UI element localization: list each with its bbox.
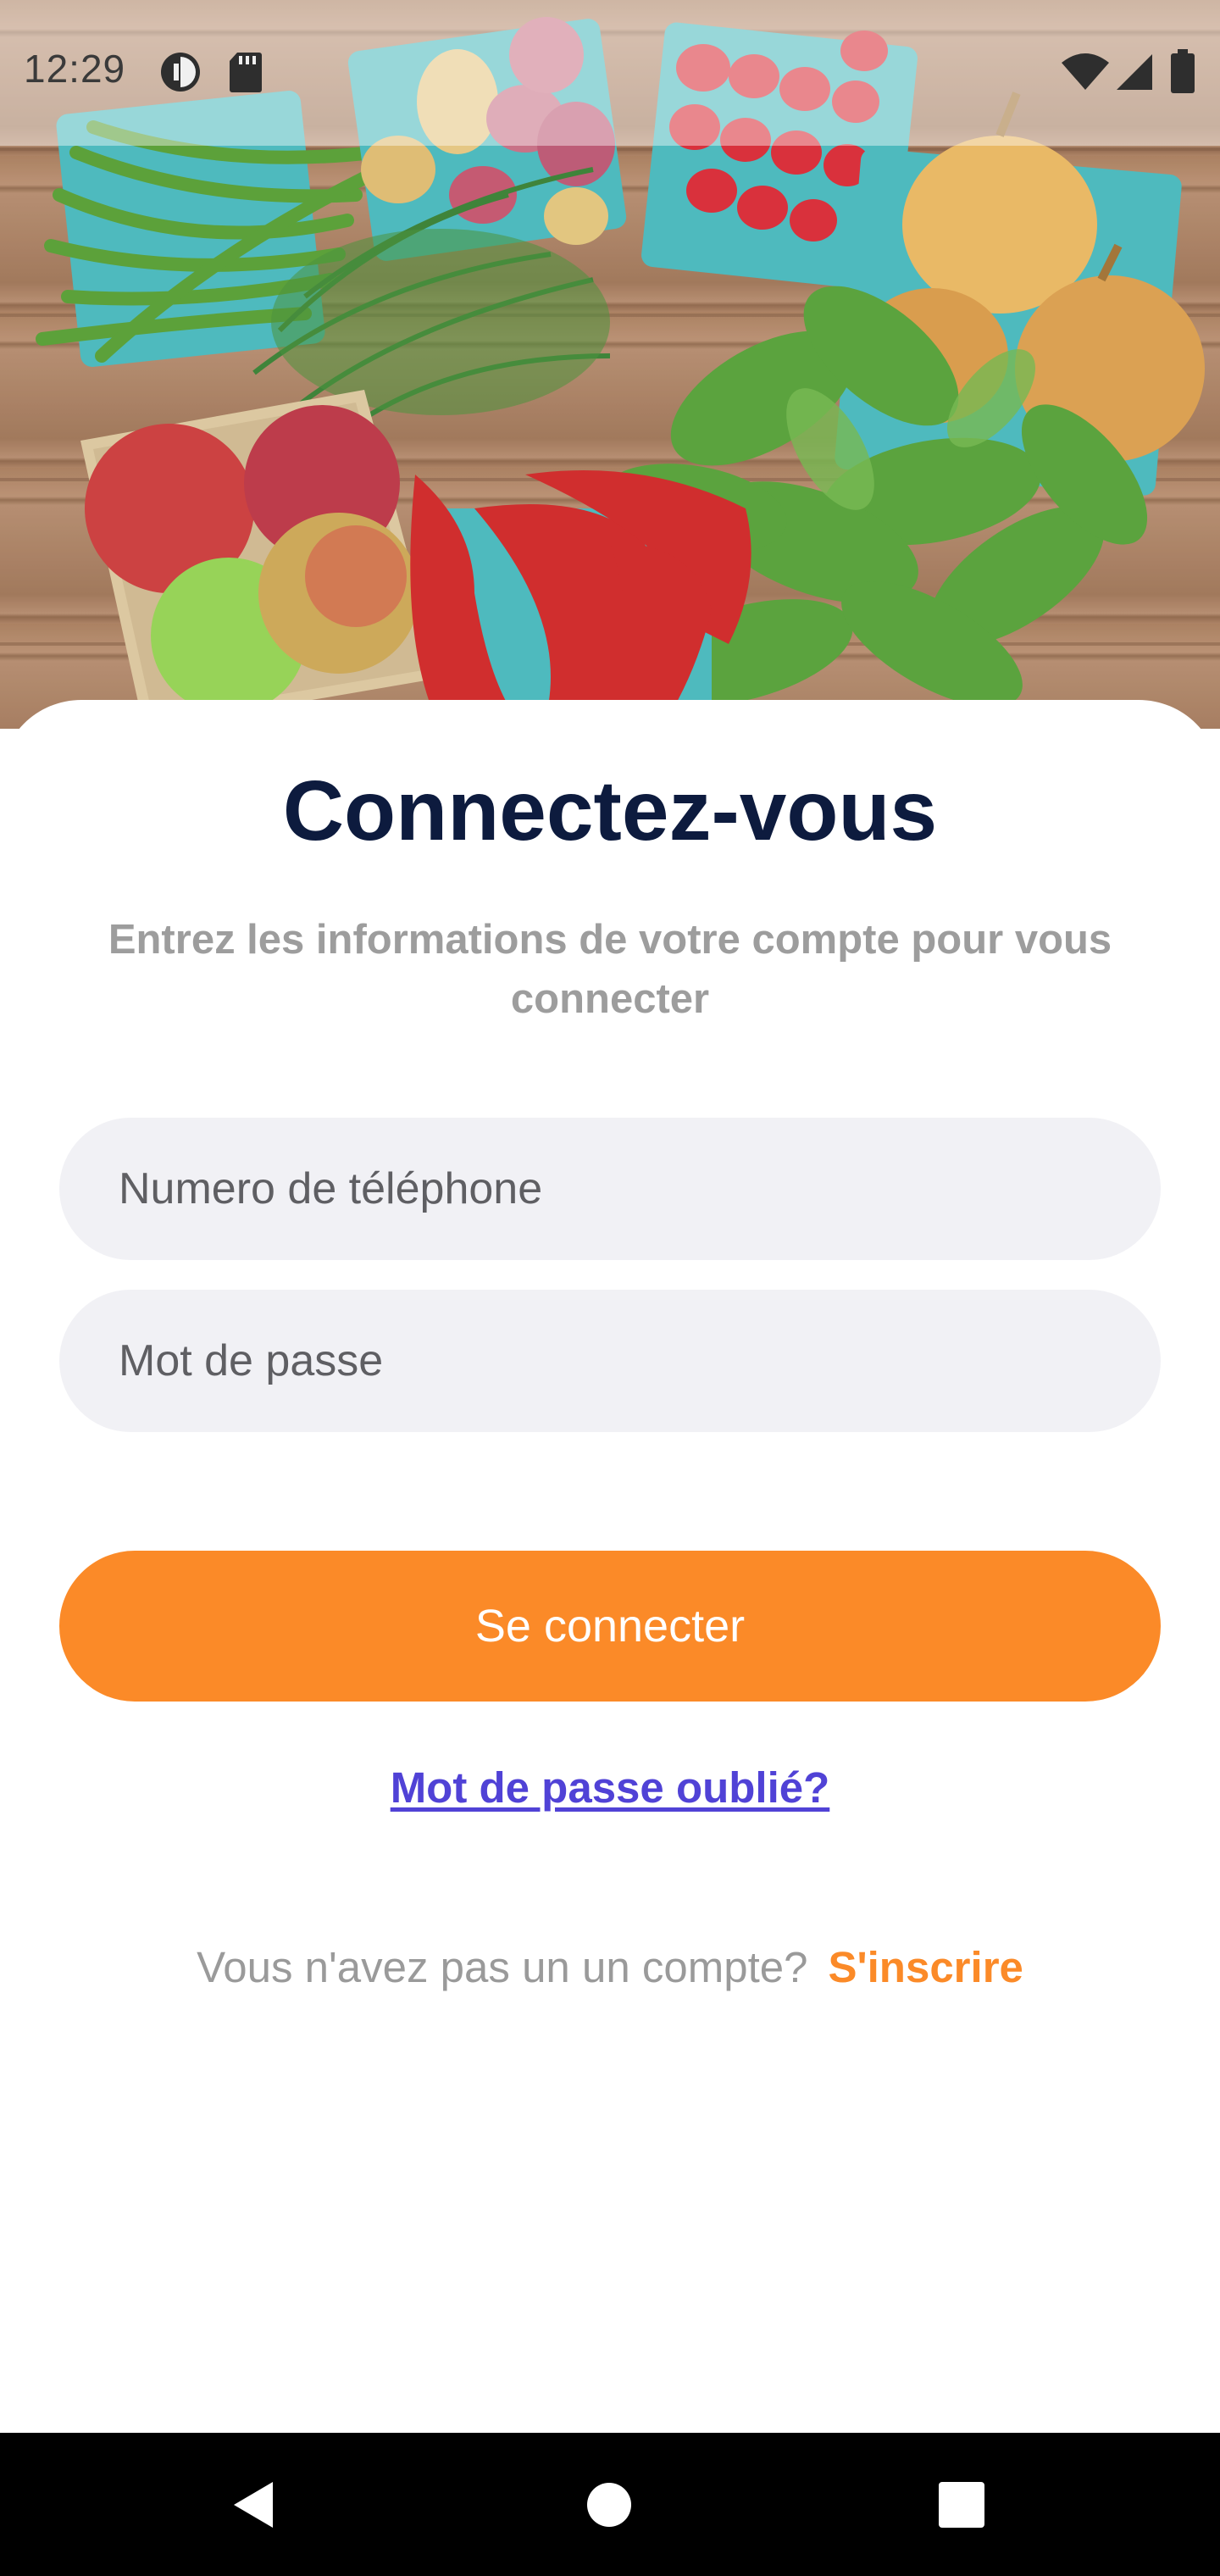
back-icon[interactable]: [230, 2480, 276, 2529]
vpn-key-icon: [161, 53, 200, 92]
forgot-password-link: Mot de passe oublié?: [0, 1763, 1220, 1813]
sd-card-icon: [230, 53, 262, 92]
status-bar: 12:29: [0, 0, 1220, 146]
home-icon[interactable]: [586, 2482, 632, 2528]
status-time: 12:29: [24, 47, 126, 91]
recents-icon[interactable]: [939, 2482, 984, 2528]
login-button[interactable]: Se connecter: [59, 1551, 1161, 1702]
signup-link[interactable]: S'inscrire: [828, 1943, 1023, 1991]
battery-icon: [1171, 49, 1195, 93]
wifi-icon: [1062, 53, 1109, 90]
phone-number-input[interactable]: [59, 1118, 1161, 1260]
password-input[interactable]: [59, 1290, 1161, 1432]
cell-signal-icon: [1117, 54, 1152, 90]
page-subtitle: Entrez les informations de votre compte …: [108, 917, 1112, 1022]
page-title: Connectez-vous: [282, 763, 938, 858]
signup-prompt: Vous n'avez pas un un compte?: [197, 1943, 808, 1991]
signup-row: Vous n'avez pas un un compte? S'inscrire: [0, 1942, 1220, 1992]
forgot-password-label[interactable]: Mot de passe oublié?: [391, 1763, 830, 1812]
navigation-bar: [0, 2433, 1220, 2576]
